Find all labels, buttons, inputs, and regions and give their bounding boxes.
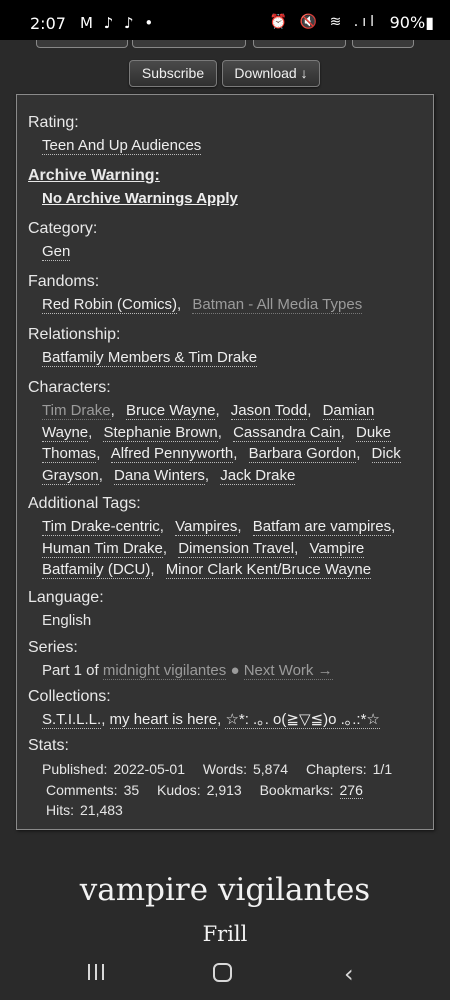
comments-button[interactable]: Comments: [253, 40, 346, 48]
characters-label: Characters:: [28, 379, 111, 396]
series-position: Part 1 of: [42, 662, 99, 679]
fandoms-field: Fandoms: Red Robin (Comics), Batman - Al…: [28, 272, 428, 316]
home-icon[interactable]: [213, 963, 232, 982]
freeform-tag[interactable]: Tim Drake-centric: [42, 518, 160, 536]
freeform-tag[interactable]: Batfam are vampires: [252, 518, 392, 536]
character-tag[interactable]: Jack Drake: [220, 466, 296, 485]
stats-label: Stats:: [28, 737, 69, 754]
category-label: Category:: [28, 220, 98, 237]
collection-link[interactable]: my heart is here: [109, 711, 218, 729]
language-field: Language: English: [28, 588, 428, 632]
mark-for-later-button[interactable]: Mark for Later: [132, 40, 246, 48]
share-button[interactable]: Share: [352, 40, 414, 48]
relationship-field: Relationship: Batfamily Members & Tim Dr…: [28, 325, 428, 369]
chapters-value: 1/1: [372, 761, 393, 777]
download-button[interactable]: Download ↓: [222, 60, 320, 87]
chapters-label: Chapters:: [305, 761, 367, 777]
character-tag[interactable]: Barbara Gordon: [248, 445, 357, 463]
bookmarks-label: Bookmarks:: [259, 781, 334, 798]
clock: 2:07: [30, 14, 66, 33]
next-work-link[interactable]: Next Work →: [243, 662, 333, 680]
character-tag[interactable]: Stephanie Brown: [103, 423, 218, 442]
published-value: 2022-05-01: [113, 761, 186, 777]
character-tag[interactable]: Cassandra Cain: [233, 423, 341, 442]
series-bullet: ●: [230, 662, 240, 679]
series-link[interactable]: midnight vigilantes: [102, 662, 227, 680]
bookmark-button[interactable]: Bookmark: [36, 40, 128, 48]
work-author[interactable]: Frill: [0, 922, 450, 946]
relationship-label: Relationship:: [28, 326, 121, 343]
comments-label: Comments:: [46, 781, 118, 798]
collections-field: Collections: S.T.I.L.L., my heart is her…: [28, 687, 428, 731]
kudos-label: Kudos:: [157, 781, 201, 798]
bookmarks-link[interactable]: 276: [339, 781, 363, 799]
rating-tag[interactable]: Teen And Up Audiences: [42, 137, 202, 155]
additional-tags-label: Additional Tags:: [28, 495, 141, 512]
fandoms-label: Fandoms:: [28, 273, 100, 290]
recents-icon[interactable]: [88, 964, 106, 980]
relationship-tag[interactable]: Batfamily Members & Tim Drake: [42, 349, 258, 367]
freeform-tag[interactable]: Human Tim Drake: [42, 539, 163, 558]
published-label: Published:: [42, 761, 108, 777]
comments-value: 35: [123, 781, 140, 798]
system-nav-bar: ‹: [0, 952, 450, 1000]
rating-label: Rating:: [28, 114, 79, 131]
characters-field: Characters: Tim Drake, Bruce Wayne, Jaso…: [28, 378, 428, 486]
collections-label: Collections:: [28, 688, 111, 705]
hits-label: Hits:: [46, 802, 74, 818]
collection-link[interactable]: ☆*: .｡. o(≧▽≦)o .｡.:*☆: [225, 711, 380, 729]
system-icons: ⏰ 🔇 ≋ .ıl: [269, 14, 378, 30]
language-value: English: [42, 612, 92, 629]
character-tag[interactable]: Tim Drake: [42, 402, 111, 420]
fandom-tag[interactable]: Red Robin (Comics): [42, 296, 178, 314]
warning-label: Archive Warning:: [28, 167, 160, 184]
character-tag[interactable]: Bruce Wayne: [125, 402, 216, 420]
words-value: 5,874: [253, 761, 289, 777]
character-tag[interactable]: Jason Todd: [230, 402, 308, 420]
freeform-tag[interactable]: Minor Clark Kent/Bruce Wayne: [165, 561, 372, 579]
warning-field: Archive Warning: No Archive Warnings App…: [28, 166, 428, 210]
work-actions-row: Bookmark Mark for Later Comments Share: [0, 40, 450, 50]
series-field: Series: Part 1 of midnight vigilantes ● …: [28, 638, 428, 682]
notification-icons: M ♪ ♪ •: [80, 14, 157, 32]
category-field: Category: Gen: [28, 219, 428, 263]
back-icon[interactable]: ‹: [344, 960, 354, 988]
work-title: vampire vigilantes: [79, 872, 371, 908]
stats-field: Stats: Published: 2022-05-01 Words: 5,874 …: [28, 736, 428, 821]
language-label: Language:: [28, 589, 104, 606]
category-tag[interactable]: Gen: [42, 243, 71, 261]
collection-link[interactable]: S.T.I.L.L.: [42, 711, 102, 729]
character-tag[interactable]: Dana Winters: [114, 466, 205, 485]
subscribe-button[interactable]: Subscribe: [129, 60, 217, 87]
work-meta: Rating: Teen And Up Audiences Archive Wa…: [16, 94, 434, 830]
additional-tags-field: Additional Tags: Tim Drake-centric, Vamp…: [28, 494, 428, 581]
hits-value: 21,483: [80, 802, 123, 818]
rating-field: Rating: Teen And Up Audiences: [28, 113, 428, 157]
warning-tag[interactable]: No Archive Warnings Apply: [42, 190, 238, 207]
series-label: Series:: [28, 639, 78, 656]
kudos-value: 2,913: [206, 781, 242, 798]
fandom-tag[interactable]: Batman - All Media Types: [192, 296, 363, 314]
freeform-tag[interactable]: Vampires: [175, 518, 238, 536]
words-label: Words:: [202, 761, 247, 777]
battery-indicator: 90%▮: [389, 13, 434, 32]
character-tag[interactable]: Alfred Pennyworth: [110, 445, 234, 463]
status-bar: 2:07 M ♪ ♪ • ⏰ 🔇 ≋ .ıl 90%▮: [0, 0, 450, 40]
freeform-tag[interactable]: Dimension Travel: [178, 539, 295, 558]
